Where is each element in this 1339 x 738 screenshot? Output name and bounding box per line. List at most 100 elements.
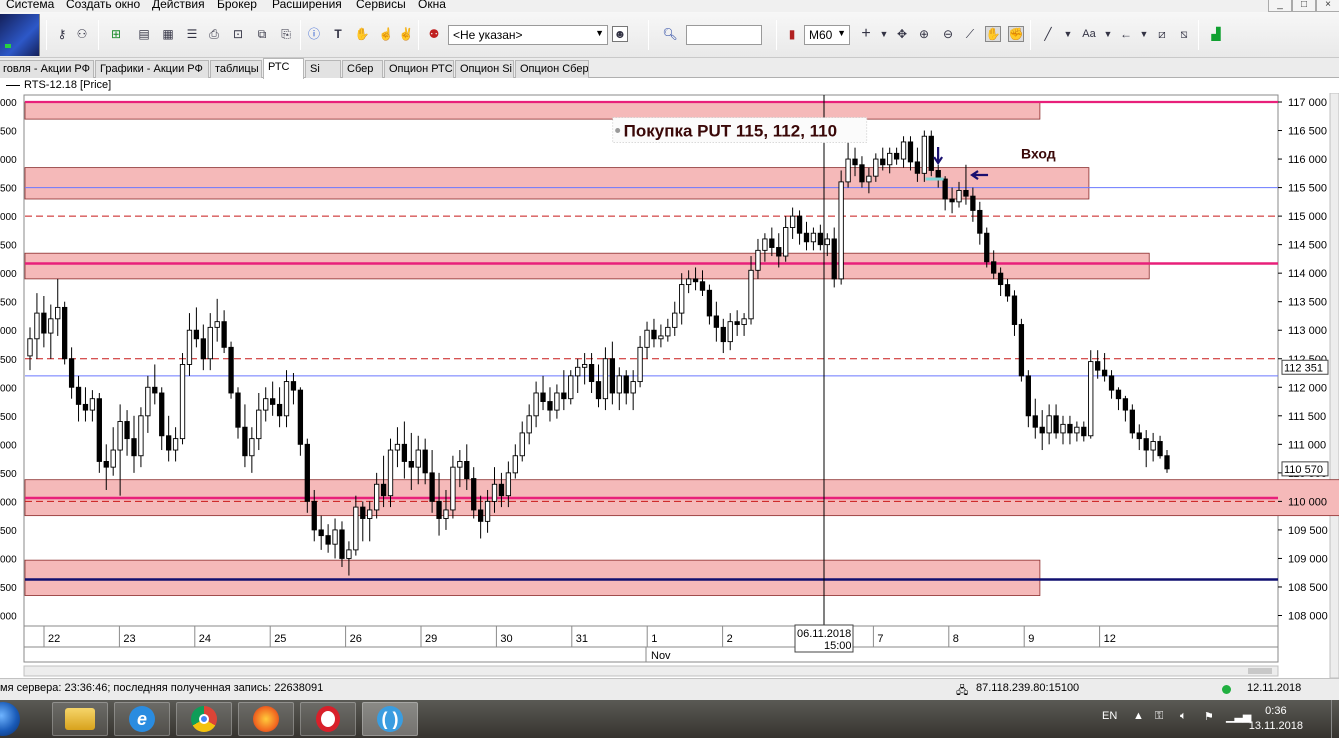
account-combo[interactable]: <Не указан> ▼ xyxy=(448,25,608,45)
app-logo xyxy=(0,14,40,56)
bear-candle-body xyxy=(1115,389,1122,400)
action-center-icon[interactable]: ⚑ xyxy=(1204,710,1214,723)
tab-option-si[interactable]: Опцион Si xyxy=(455,60,514,78)
draw-line-icon[interactable]: ╱ xyxy=(1040,26,1056,42)
bear-candle-body xyxy=(290,381,297,391)
start-button-icon[interactable] xyxy=(0,702,20,736)
bull-candle-body xyxy=(1074,426,1080,434)
arrow-dropdown-icon[interactable]: ▼ xyxy=(1136,26,1152,42)
x-day-label: 1 xyxy=(651,633,657,645)
grab-hand-icon[interactable]: ✊ xyxy=(1008,26,1024,42)
bull-candle-body xyxy=(887,152,893,166)
scanner-icon[interactable]: ⎙ xyxy=(206,26,222,42)
menu-services[interactable]: Сервисы xyxy=(356,0,406,11)
explorer-taskbar-button[interactable] xyxy=(52,702,108,736)
app-window: Система Создать окно Действия Брокер Рас… xyxy=(0,0,1339,738)
close-button[interactable]: × xyxy=(1316,0,1339,12)
text-tool-icon[interactable]: T xyxy=(330,26,346,42)
tab-sber[interactable]: Сбер xyxy=(342,60,383,78)
font-dropdown-icon[interactable]: ▼ xyxy=(1100,26,1116,42)
menu-extensions[interactable]: Расширения xyxy=(272,0,342,11)
table-window-icon[interactable]: ▦ xyxy=(160,26,176,42)
account-icon[interactable]: ⚉ xyxy=(426,26,442,42)
bear-candle-body xyxy=(547,401,553,411)
line-dropdown-icon[interactable]: ▼ xyxy=(1060,26,1076,42)
move-icon[interactable]: ✥ xyxy=(894,26,910,42)
bear-candle-body xyxy=(706,289,713,317)
tray-expand-icon[interactable]: ▲ xyxy=(1133,710,1144,722)
drawings-list-icon[interactable]: ⧅ xyxy=(1176,26,1192,42)
disconnect-icon[interactable]: ⚇ xyxy=(74,26,90,42)
interval-combo[interactable]: M60 ▼ xyxy=(804,25,850,45)
bull-candle-body xyxy=(762,238,768,251)
tab-tables[interactable]: таблицы xyxy=(210,60,262,78)
language-indicator[interactable]: EN xyxy=(1102,710,1117,722)
gesture-icon[interactable]: ✌ xyxy=(398,26,414,42)
volume-icon[interactable]: 🔈︎ xyxy=(1180,710,1187,723)
bull-candle-body xyxy=(450,466,456,511)
bear-candle-body xyxy=(325,535,331,545)
bear-candle-body xyxy=(609,358,616,394)
ruler-icon[interactable]: ⟋ xyxy=(962,26,978,42)
zoom-out-icon[interactable]: ⊖ xyxy=(940,26,956,42)
bear-candle-body xyxy=(623,375,629,394)
zoom-in-icon[interactable]: ⊕ xyxy=(916,26,932,42)
tab-si[interactable]: Si xyxy=(305,60,341,78)
price-chart[interactable]: Покупка PUT 115, 112, 110ВходЗакрытие108… xyxy=(0,93,1339,678)
crosshair-icon[interactable]: + xyxy=(858,26,874,42)
pan-hand-icon[interactable]: ✋ xyxy=(985,26,1001,42)
account-details-icon[interactable]: ☻ xyxy=(612,26,628,42)
bull-candle-body xyxy=(873,158,879,177)
layout-icon[interactable]: ⧉ xyxy=(254,26,270,42)
ie-taskbar-button[interactable]: e xyxy=(114,702,170,736)
bear-candle-body xyxy=(436,500,442,519)
maximize-button[interactable]: □ xyxy=(1292,0,1316,12)
menu-system[interactable]: Система xyxy=(6,0,54,11)
quik-taskbar-button[interactable]: ( ) xyxy=(362,702,418,736)
alert-icon[interactable]: ⓘ xyxy=(306,26,322,42)
security-tray-icon[interactable]: ⚿ xyxy=(1155,710,1163,723)
properties-icon[interactable]: ⊡ xyxy=(230,26,246,42)
menu-create-window[interactable]: Создать окно xyxy=(66,0,140,11)
new-window-icon[interactable]: ⊞ xyxy=(108,26,124,42)
list-window-icon[interactable]: ☰ xyxy=(184,26,200,42)
minimize-button[interactable]: _ xyxy=(1268,0,1292,12)
clipboard-icon[interactable]: ⎘ xyxy=(278,26,294,42)
bear-candle-body xyxy=(1018,324,1025,377)
search-icon[interactable]: 🔍︎ xyxy=(662,26,678,42)
tab-trading-stocks[interactable]: говля - Акции РФ xyxy=(0,60,94,78)
indicators-icon[interactable]: ▟ xyxy=(1208,26,1224,42)
tab-charts-stocks[interactable]: Графики - Акции РФ xyxy=(95,60,209,78)
firefox-taskbar-button[interactable] xyxy=(238,702,294,736)
crosshair-dropdown-icon[interactable]: ▼ xyxy=(876,26,892,42)
tab-rts[interactable]: РТС xyxy=(263,58,304,79)
chrome-taskbar-button[interactable] xyxy=(176,702,232,736)
opera-taskbar-button[interactable] xyxy=(300,702,356,736)
support-resistance-zone xyxy=(24,252,1150,280)
firefox-icon xyxy=(253,706,279,732)
bull-candle-body xyxy=(1150,441,1156,451)
scrollbar-thumb xyxy=(1248,668,1272,674)
arrow-left-icon[interactable]: ← xyxy=(1118,26,1134,42)
chevron-down-icon: ▼ xyxy=(837,28,846,38)
bear-candle-body xyxy=(68,358,75,388)
show-desktop-button[interactable] xyxy=(1331,700,1339,738)
search-input[interactable] xyxy=(686,25,762,45)
menu-windows[interactable]: Окна xyxy=(418,0,446,11)
key-icon[interactable]: ⚷ xyxy=(54,26,70,42)
tab-option-rts[interactable]: Опцион РТС xyxy=(384,60,454,78)
toolbar-separator xyxy=(1198,20,1199,50)
window-tabs: говля - Акции РФ Графики - Акции РФ табл… xyxy=(0,58,1339,79)
tab-option-sber[interactable]: Опцион Сбер xyxy=(515,60,589,78)
chart-type-icon[interactable]: ▮ xyxy=(784,26,800,42)
taskbar-clock[interactable]: 0:36 13.11.2018 xyxy=(1249,704,1303,734)
hide-drawings-icon[interactable]: ⧄ xyxy=(1154,26,1170,42)
bear-candle-body xyxy=(228,346,234,394)
hand-icon[interactable]: ✋ xyxy=(354,26,370,42)
menu-broker[interactable]: Брокер xyxy=(217,0,257,11)
menu-actions[interactable]: Действия xyxy=(152,0,205,11)
hand-alt-icon[interactable]: ☝ xyxy=(378,26,394,42)
chart-window-icon[interactable]: ▤ xyxy=(136,26,152,42)
network-signal-icon[interactable]: ▁▃▅ xyxy=(1226,710,1251,723)
font-button[interactable]: Aa xyxy=(1078,26,1100,42)
